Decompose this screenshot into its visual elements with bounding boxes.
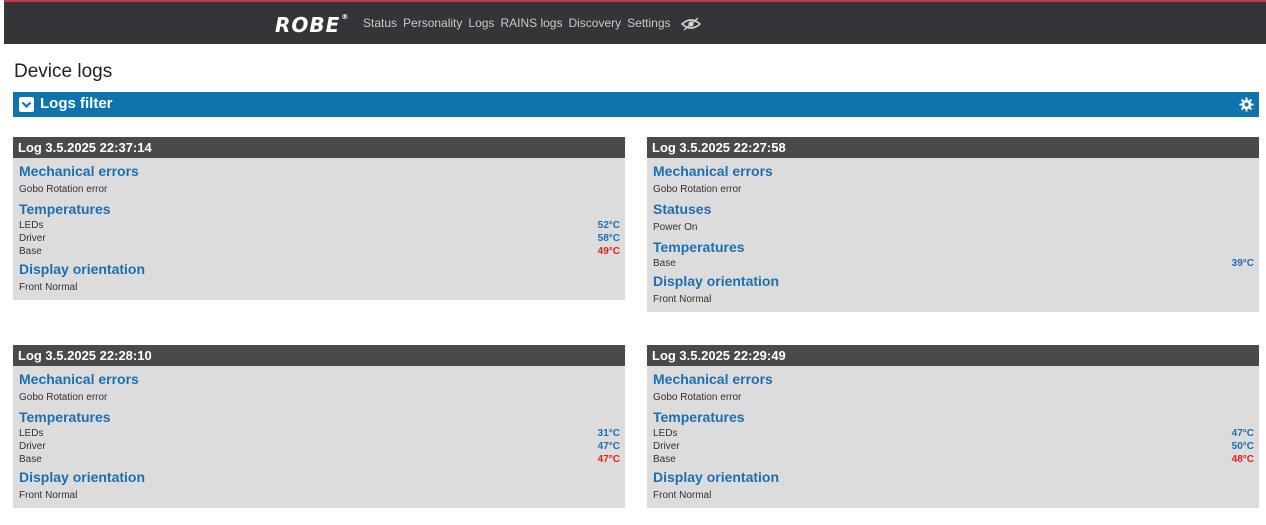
- log-entry-label: Front Normal: [653, 490, 712, 501]
- log-section-heading: Display orientation: [19, 469, 146, 485]
- log-section-heading: Display orientation: [653, 273, 780, 289]
- log-entry: Gobo Rotation error: [653, 389, 1254, 406]
- log-section-heading: Temperatures: [653, 239, 745, 255]
- temperature-row: Base 39°C: [653, 257, 1254, 270]
- logs-filter-bar[interactable]: Logs filter: [13, 92, 1259, 117]
- top-navigation-bar: ROBE® Status Personality Logs RAINS logs…: [4, 0, 1266, 44]
- log-entry-label: Base: [653, 454, 676, 465]
- log-card: Log 3.5.2025 22:28:10 Mechanical errors Go…: [13, 345, 625, 508]
- log-entry-label: Gobo Rotation error: [653, 392, 742, 403]
- nav-personality[interactable]: Personality: [403, 16, 462, 31]
- log-entry-label: Gobo Rotation error: [653, 184, 742, 195]
- log-section-heading: Mechanical errors: [653, 371, 773, 387]
- robe-logo[interactable]: ROBE®: [275, 13, 349, 37]
- log-card: Log 3.5.2025 22:29:49 Mechanical errors Go…: [647, 345, 1259, 508]
- log-card-body: Mechanical errors Gobo Rotation error Temp…: [13, 366, 625, 508]
- log-entry-label: Front Normal: [19, 282, 78, 293]
- main-nav: Status Personality Logs RAINS logs Disco…: [363, 16, 701, 31]
- temperature-value: 58°C: [597, 233, 620, 244]
- temperature-value: 47°C: [1231, 428, 1254, 439]
- temperature-value: 48°C: [1231, 454, 1254, 465]
- log-card-body: Mechanical errors Gobo Rotation error Temp…: [647, 366, 1259, 508]
- log-card-title: Log 3.5.2025 22:29:49: [647, 345, 1259, 366]
- temperature-row: Driver 47°C: [19, 440, 620, 453]
- log-section-heading: Statuses: [653, 201, 712, 217]
- log-section-heading: Temperatures: [19, 409, 111, 425]
- temperature-row: Base 47°C: [19, 453, 620, 466]
- temperature-row: LEDs 52°C: [19, 219, 620, 232]
- log-section-heading: Temperatures: [653, 409, 745, 425]
- nav-status[interactable]: Status: [363, 16, 397, 31]
- nav-logs[interactable]: Logs: [468, 16, 494, 31]
- temperature-value: 47°C: [597, 441, 620, 452]
- log-entry-label: Driver: [19, 441, 46, 452]
- temperature-value: 47°C: [597, 454, 620, 465]
- log-entry-label: Gobo Rotation error: [19, 392, 108, 403]
- log-entry-label: Base: [19, 454, 42, 465]
- temperature-row: Driver 58°C: [19, 232, 620, 245]
- temperature-row: LEDs 31°C: [19, 427, 620, 440]
- temperature-value: 31°C: [597, 428, 620, 439]
- log-entry-label: Base: [653, 258, 676, 269]
- log-entry-label: Base: [19, 246, 42, 257]
- log-entry: Front Normal: [653, 487, 1254, 504]
- log-entry: Gobo Rotation error: [19, 389, 620, 406]
- log-entry: Front Normal: [653, 291, 1254, 308]
- log-section-heading: Display orientation: [19, 261, 146, 277]
- log-entry: Front Normal: [19, 279, 620, 296]
- chevron-down-icon[interactable]: [19, 97, 34, 112]
- log-entry: Gobo Rotation error: [653, 181, 1254, 198]
- temperature-value: 50°C: [1231, 441, 1254, 452]
- nav-settings[interactable]: Settings: [627, 16, 670, 31]
- temperature-value: 49°C: [597, 246, 620, 257]
- temperature-row: Base 49°C: [19, 245, 620, 258]
- log-section-heading: Mechanical errors: [19, 163, 139, 179]
- logs-filter-label: Logs filter: [40, 95, 113, 112]
- log-entry-label: Front Normal: [19, 490, 78, 501]
- log-card-title: Log 3.5.2025 22:28:10: [13, 345, 625, 366]
- page-title: Device logs: [14, 61, 113, 82]
- log-card: Log 3.5.2025 22:27:58 Mechanical errors Go…: [647, 137, 1259, 312]
- log-entry: Power On: [653, 219, 1254, 236]
- nav-rains-logs[interactable]: RAINS logs: [500, 16, 562, 31]
- log-card-body: Mechanical errors Gobo Rotation error Stat…: [647, 158, 1259, 312]
- temperature-row: Driver 50°C: [653, 440, 1254, 453]
- temperature-value: 39°C: [1231, 258, 1254, 269]
- log-section-heading: Mechanical errors: [653, 163, 773, 179]
- eye-icon[interactable]: [680, 17, 701, 31]
- log-card-title: Log 3.5.2025 22:37:14: [13, 137, 625, 158]
- log-card: Log 3.5.2025 22:37:14 Mechanical errors Go…: [13, 137, 625, 300]
- log-entry-label: Power On: [653, 222, 698, 233]
- temperature-value: 52°C: [597, 220, 620, 231]
- log-entry-label: Driver: [19, 233, 46, 244]
- gear-icon[interactable]: [1239, 97, 1254, 112]
- log-card-body: Mechanical errors Gobo Rotation error Temp…: [13, 158, 625, 300]
- log-section-heading: Temperatures: [19, 201, 111, 217]
- log-entry-label: LEDs: [19, 428, 44, 439]
- log-entry-label: LEDs: [19, 220, 44, 231]
- log-section-heading: Display orientation: [653, 469, 780, 485]
- log-entry-label: Front Normal: [653, 294, 712, 305]
- log-entry-label: Driver: [653, 441, 680, 452]
- log-entry-label: LEDs: [653, 428, 678, 439]
- log-entry-label: Gobo Rotation error: [19, 184, 108, 195]
- nav-discovery[interactable]: Discovery: [568, 16, 621, 31]
- log-card-title: Log 3.5.2025 22:27:58: [647, 137, 1259, 158]
- temperature-row: Base 48°C: [653, 453, 1254, 466]
- log-entry: Front Normal: [19, 487, 620, 504]
- temperature-row: LEDs 47°C: [653, 427, 1254, 440]
- log-section-heading: Mechanical errors: [19, 371, 139, 387]
- log-entry: Gobo Rotation error: [19, 181, 620, 198]
